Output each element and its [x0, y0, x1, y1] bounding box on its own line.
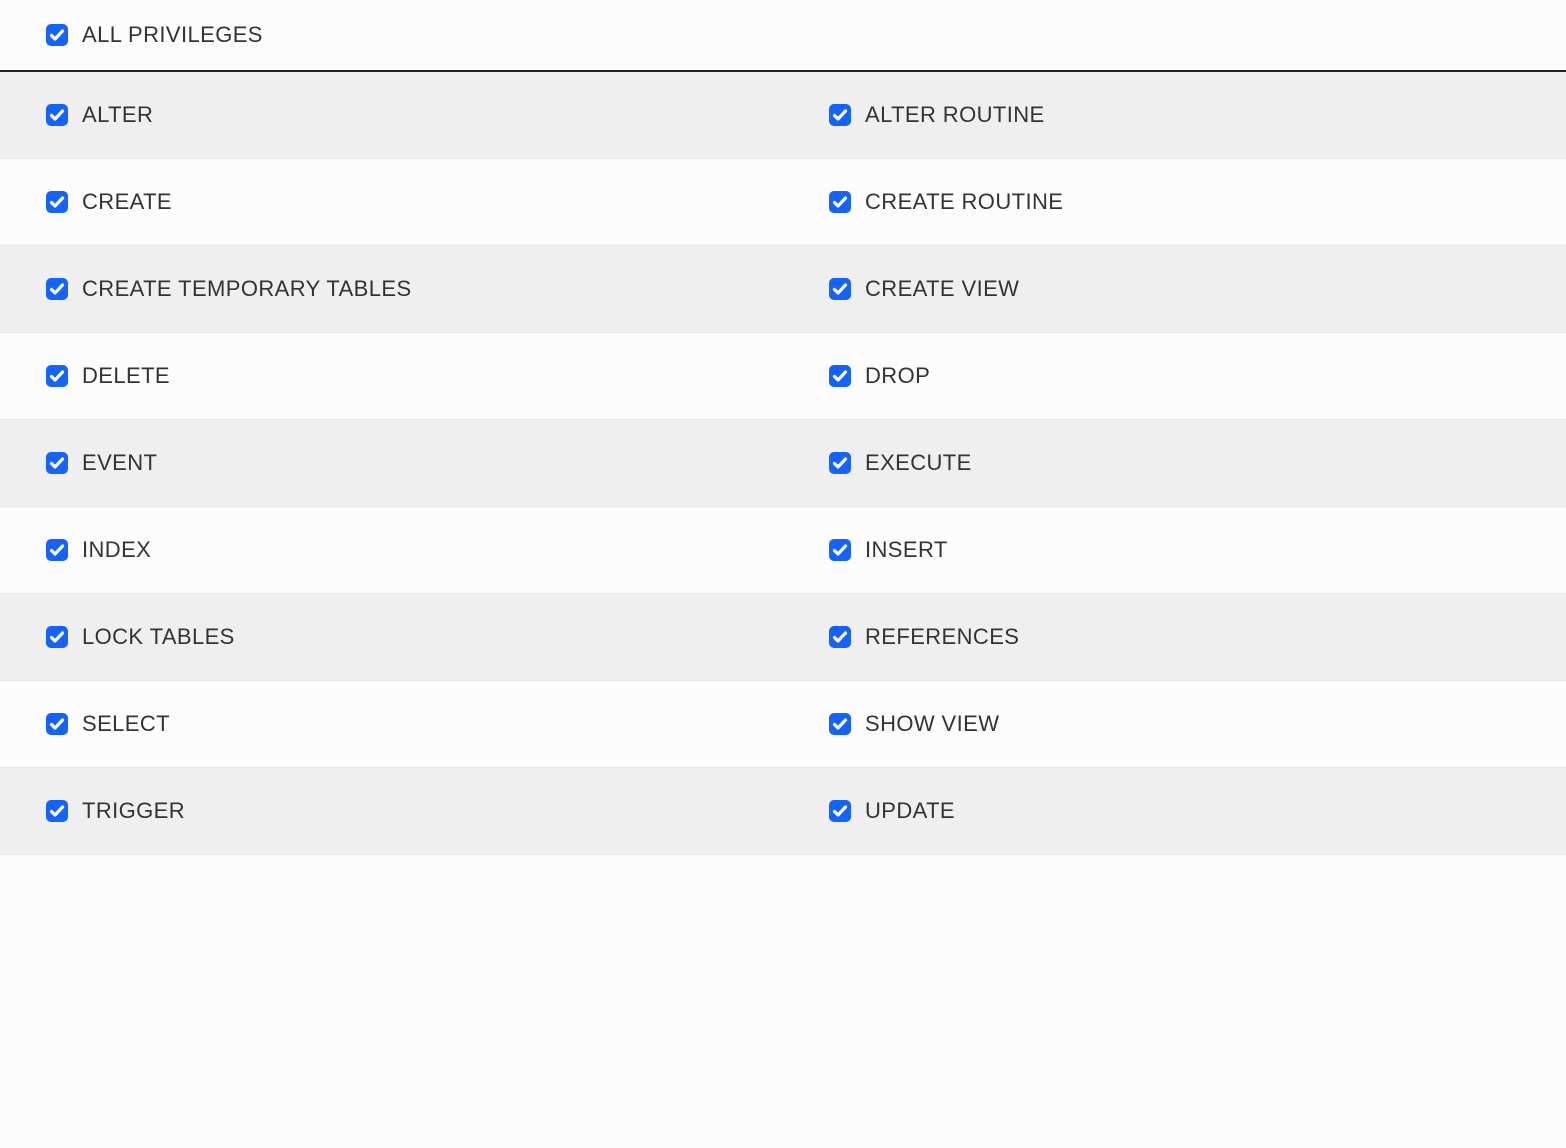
privilege-cell-index: INDEX — [0, 507, 783, 593]
privilege-cell-create: CREATE — [0, 159, 783, 245]
privilege-label-lock-tables[interactable]: LOCK TABLES — [82, 624, 235, 650]
privilege-cell-delete: DELETE — [0, 333, 783, 419]
privilege-label-create-routine[interactable]: CREATE ROUTINE — [865, 189, 1063, 215]
privilege-label-execute[interactable]: EXECUTE — [865, 450, 972, 476]
privilege-cell-create-view: CREATE VIEW — [783, 246, 1566, 332]
privilege-label-create[interactable]: CREATE — [82, 189, 172, 215]
privilege-checkbox-select[interactable] — [46, 713, 68, 735]
privilege-label-event[interactable]: EVENT — [82, 450, 157, 476]
privilege-row: CREATE TEMPORARY TABLES CREATE VIEW — [0, 246, 1566, 333]
privilege-checkbox-show-view[interactable] — [829, 713, 851, 735]
privilege-checkbox-event[interactable] — [46, 452, 68, 474]
privilege-cell-alter: ALTER — [0, 72, 783, 158]
check-icon — [49, 107, 65, 123]
privilege-cell-references: REFERENCES — [783, 594, 1566, 680]
privilege-row: INDEX INSERT — [0, 507, 1566, 594]
privilege-row: CREATE CREATE ROUTINE — [0, 159, 1566, 246]
privilege-label-trigger[interactable]: TRIGGER — [82, 798, 185, 824]
check-icon — [832, 194, 848, 210]
privilege-checkbox-update[interactable] — [829, 800, 851, 822]
check-icon — [832, 368, 848, 384]
privilege-cell-create-routine: CREATE ROUTINE — [783, 159, 1566, 245]
check-icon — [832, 107, 848, 123]
privilege-label-index[interactable]: INDEX — [82, 537, 151, 563]
check-icon — [49, 27, 65, 43]
check-icon — [49, 194, 65, 210]
check-icon — [49, 629, 65, 645]
privilege-row: TRIGGER UPDATE — [0, 768, 1566, 855]
privilege-row: LOCK TABLES REFERENCES — [0, 594, 1566, 681]
privilege-label-drop[interactable]: DROP — [865, 363, 930, 389]
privilege-row: ALTER ALTER ROUTINE — [0, 72, 1566, 159]
privilege-cell-update: UPDATE — [783, 768, 1566, 854]
check-icon — [832, 803, 848, 819]
check-icon — [832, 629, 848, 645]
privilege-cell-create-temporary-tables: CREATE TEMPORARY TABLES — [0, 246, 783, 332]
check-icon — [49, 803, 65, 819]
privilege-cell-lock-tables: LOCK TABLES — [0, 594, 783, 680]
all-privileges-checkbox[interactable] — [46, 24, 68, 46]
privilege-label-show-view[interactable]: SHOW VIEW — [865, 711, 999, 737]
privilege-cell-alter-routine: ALTER ROUTINE — [783, 72, 1566, 158]
privilege-cell-select: SELECT — [0, 681, 783, 767]
privilege-label-update[interactable]: UPDATE — [865, 798, 955, 824]
check-icon — [832, 281, 848, 297]
all-privileges-row: ALL PRIVILEGES — [0, 0, 1566, 72]
privilege-checkbox-lock-tables[interactable] — [46, 626, 68, 648]
privilege-checkbox-delete[interactable] — [46, 365, 68, 387]
check-icon — [49, 368, 65, 384]
privilege-label-create-view[interactable]: CREATE VIEW — [865, 276, 1019, 302]
all-privileges-label[interactable]: ALL PRIVILEGES — [82, 22, 263, 48]
privileges-table: ALL PRIVILEGES ALTERALTER ROUTINECREATEC… — [0, 0, 1566, 855]
privilege-checkbox-alter[interactable] — [46, 104, 68, 126]
check-icon — [832, 716, 848, 732]
check-icon — [49, 281, 65, 297]
privilege-row: DELETE DROP — [0, 333, 1566, 420]
privilege-label-alter[interactable]: ALTER — [82, 102, 153, 128]
privilege-checkbox-drop[interactable] — [829, 365, 851, 387]
privilege-cell-event: EVENT — [0, 420, 783, 506]
privilege-checkbox-execute[interactable] — [829, 452, 851, 474]
privilege-checkbox-create-routine[interactable] — [829, 191, 851, 213]
privilege-row: SELECT SHOW VIEW — [0, 681, 1566, 768]
privilege-label-delete[interactable]: DELETE — [82, 363, 170, 389]
privilege-cell-drop: DROP — [783, 333, 1566, 419]
check-icon — [49, 542, 65, 558]
privilege-checkbox-create-temporary-tables[interactable] — [46, 278, 68, 300]
privilege-label-create-temporary-tables[interactable]: CREATE TEMPORARY TABLES — [82, 276, 412, 302]
privilege-label-alter-routine[interactable]: ALTER ROUTINE — [865, 102, 1045, 128]
privilege-checkbox-alter-routine[interactable] — [829, 104, 851, 126]
privilege-cell-trigger: TRIGGER — [0, 768, 783, 854]
privilege-checkbox-references[interactable] — [829, 626, 851, 648]
privilege-checkbox-create-view[interactable] — [829, 278, 851, 300]
privilege-label-references[interactable]: REFERENCES — [865, 624, 1019, 650]
privilege-checkbox-trigger[interactable] — [46, 800, 68, 822]
privilege-checkbox-create[interactable] — [46, 191, 68, 213]
check-icon — [49, 455, 65, 471]
privilege-checkbox-index[interactable] — [46, 539, 68, 561]
privilege-label-insert[interactable]: INSERT — [865, 537, 948, 563]
privilege-cell-show-view: SHOW VIEW — [783, 681, 1566, 767]
check-icon — [49, 716, 65, 732]
privilege-checkbox-insert[interactable] — [829, 539, 851, 561]
privilege-cell-execute: EXECUTE — [783, 420, 1566, 506]
check-icon — [832, 542, 848, 558]
check-icon — [832, 455, 848, 471]
privilege-row: EVENT EXECUTE — [0, 420, 1566, 507]
privilege-label-select[interactable]: SELECT — [82, 711, 170, 737]
privilege-cell-insert: INSERT — [783, 507, 1566, 593]
